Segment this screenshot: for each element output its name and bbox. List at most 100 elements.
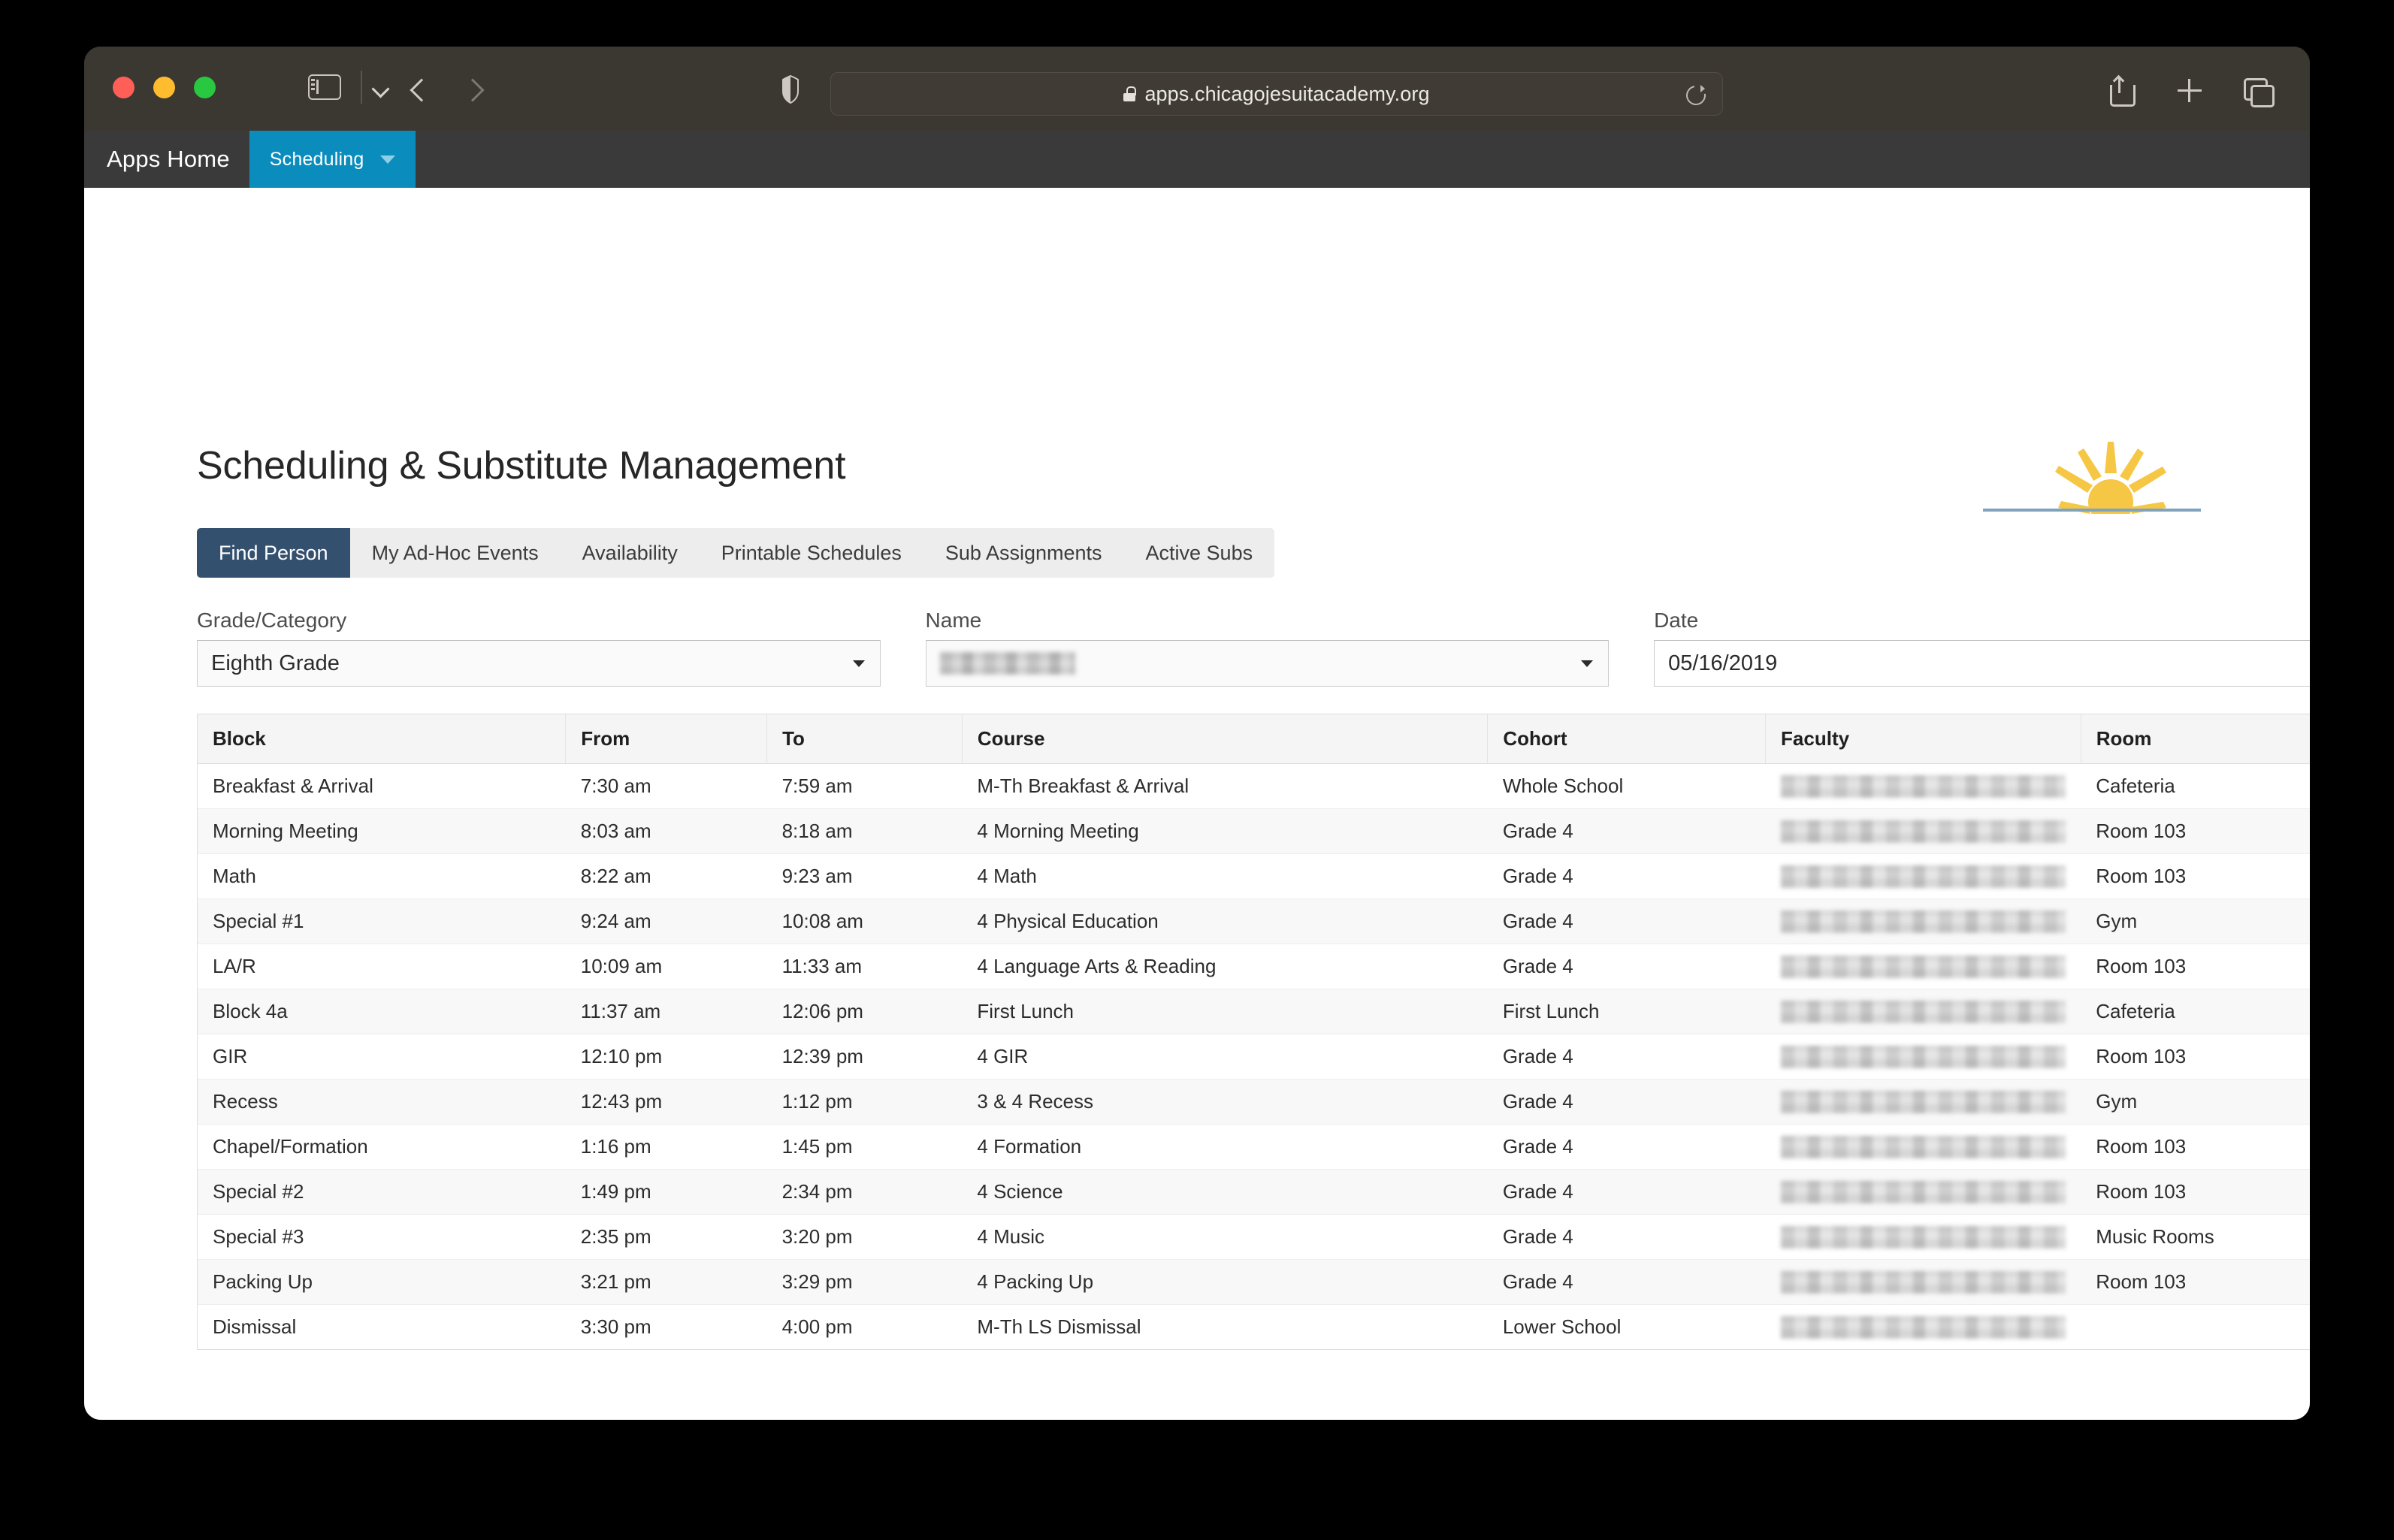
- cell-block: Breakfast & Arrival: [198, 764, 566, 809]
- table-row[interactable]: Dismissal3:30 pm4:00 pmM-Th LS Dismissal…: [198, 1305, 2310, 1350]
- column-header-faculty[interactable]: Faculty: [1766, 714, 2081, 764]
- cell-course: 4 Morning Meeting: [962, 809, 1487, 854]
- cell-room: Cafeteria: [2081, 989, 2310, 1034]
- share-icon[interactable]: [2105, 75, 2136, 107]
- page-content: Scheduling & Substitute Management Find: [84, 188, 2310, 1420]
- chevron-down-icon: [853, 660, 865, 667]
- tab-availability-label: Availability: [582, 542, 678, 565]
- cell-room: Music Rooms: [2081, 1215, 2310, 1260]
- schedule-table-container: Block From To Course Cohort Faculty Room…: [197, 714, 2310, 1350]
- cell-block: Special #2: [198, 1170, 566, 1215]
- cell-faculty: [1766, 1080, 2081, 1125]
- close-window-button[interactable]: [113, 77, 135, 98]
- column-header-to[interactable]: To: [767, 714, 963, 764]
- table-header-row: Block From To Course Cohort Faculty Room: [198, 714, 2310, 764]
- table-row[interactable]: Morning Meeting8:03 am8:18 am4 Morning M…: [198, 809, 2310, 854]
- grade-category-select[interactable]: Eighth Grade: [197, 640, 881, 687]
- cell-faculty: [1766, 1170, 2081, 1215]
- cell-course: 4 Packing Up: [962, 1260, 1487, 1305]
- tab-find-person-label: Find Person: [219, 542, 328, 565]
- cell-room: Room 103: [2081, 1034, 2310, 1080]
- reload-icon[interactable]: [1685, 84, 1706, 105]
- page-title: Scheduling & Substitute Management: [197, 443, 845, 488]
- cell-room: Room 103: [2081, 944, 2310, 989]
- tab-overview-icon[interactable]: [2244, 75, 2274, 107]
- table-row[interactable]: Breakfast & Arrival7:30 am7:59 amM-Th Br…: [198, 764, 2310, 809]
- app-navbar: Apps Home Scheduling: [84, 131, 2310, 188]
- table-row[interactable]: Special #32:35 pm3:20 pm4 MusicGrade 4Mu…: [198, 1215, 2310, 1260]
- tab-find-person[interactable]: Find Person: [197, 528, 350, 578]
- table-row[interactable]: Packing Up3:21 pm3:29 pm4 Packing UpGrad…: [198, 1260, 2310, 1305]
- cell-course: M-Th Breakfast & Arrival: [962, 764, 1487, 809]
- name-select[interactable]: [926, 640, 1610, 687]
- tab-sub-assignments[interactable]: Sub Assignments: [923, 528, 1124, 578]
- cell-block: Recess: [198, 1080, 566, 1125]
- table-row[interactable]: Special #19:24 am10:08 am4 Physical Educ…: [198, 899, 2310, 944]
- cell-from: 2:35 pm: [566, 1215, 767, 1260]
- faculty-value-redacted: [1781, 1001, 2066, 1023]
- tab-availability[interactable]: Availability: [561, 528, 700, 578]
- cell-to: 3:20 pm: [767, 1215, 963, 1260]
- name-label: Name: [926, 608, 1610, 633]
- faculty-value-redacted: [1781, 1316, 2066, 1339]
- tab-active-subs[interactable]: Active Subs: [1124, 528, 1275, 578]
- cell-faculty: [1766, 764, 2081, 809]
- cell-block: Block 4a: [198, 989, 566, 1034]
- faculty-value-redacted: [1781, 1181, 2066, 1203]
- tab-active-subs-label: Active Subs: [1146, 542, 1253, 565]
- maximize-window-button[interactable]: [194, 77, 216, 98]
- column-header-cohort[interactable]: Cohort: [1488, 714, 1766, 764]
- cell-from: 12:43 pm: [566, 1080, 767, 1125]
- cell-to: 8:18 am: [767, 809, 963, 854]
- cell-from: 1:16 pm: [566, 1125, 767, 1170]
- cell-room: Room 103: [2081, 1125, 2310, 1170]
- column-header-room[interactable]: Room: [2081, 714, 2310, 764]
- cell-cohort: Grade 4: [1488, 1215, 1766, 1260]
- column-header-block[interactable]: Block: [198, 714, 566, 764]
- column-header-course[interactable]: Course: [962, 714, 1487, 764]
- column-header-from[interactable]: From: [566, 714, 767, 764]
- cell-faculty: [1766, 899, 2081, 944]
- schedule-table: Block From To Course Cohort Faculty Room…: [198, 714, 2310, 1349]
- table-row[interactable]: LA/R10:09 am11:33 am4 Language Arts & Re…: [198, 944, 2310, 989]
- date-value: 05/16/2019: [1668, 651, 1777, 676]
- cell-from: 3:21 pm: [566, 1260, 767, 1305]
- table-row[interactable]: Block 4a11:37 am12:06 pmFirst LunchFirst…: [198, 989, 2310, 1034]
- faculty-value-redacted: [1781, 1046, 2066, 1068]
- cell-from: 10:09 am: [566, 944, 767, 989]
- cell-to: 12:39 pm: [767, 1034, 963, 1080]
- date-input[interactable]: 05/16/2019: [1654, 640, 2310, 687]
- cell-room: Cafeteria: [2081, 764, 2310, 809]
- grade-category-label: Grade/Category: [197, 608, 881, 633]
- privacy-shield-icon[interactable]: [781, 75, 800, 104]
- cell-faculty: [1766, 809, 2081, 854]
- cell-cohort: Grade 4: [1488, 899, 1766, 944]
- table-row[interactable]: Recess12:43 pm1:12 pm3 & 4 RecessGrade 4…: [198, 1080, 2310, 1125]
- minimize-window-button[interactable]: [153, 77, 175, 98]
- cell-room: Room 103: [2081, 1260, 2310, 1305]
- chevron-down-icon[interactable]: [368, 81, 395, 98]
- new-tab-button[interactable]: [2175, 75, 2205, 107]
- tab-my-ad-hoc-events[interactable]: My Ad-Hoc Events: [350, 528, 561, 578]
- sidebar-toggle-icon[interactable]: [308, 74, 341, 100]
- faculty-value-redacted: [1781, 1091, 2066, 1113]
- cell-course: 4 Physical Education: [962, 899, 1487, 944]
- table-row[interactable]: Special #21:49 pm2:34 pm4 ScienceGrade 4…: [198, 1170, 2310, 1215]
- back-arrow-icon[interactable]: [406, 77, 436, 107]
- nav-item-apps-home[interactable]: Apps Home: [84, 131, 249, 188]
- address-bar[interactable]: apps.chicagojesuitacademy.org: [830, 72, 1723, 116]
- cell-from: 9:24 am: [566, 899, 767, 944]
- table-row[interactable]: GIR12:10 pm12:39 pm4 GIRGrade 4Room 103: [198, 1034, 2310, 1080]
- tab-printable-schedules[interactable]: Printable Schedules: [700, 528, 923, 578]
- table-row[interactable]: Math8:22 am9:23 am4 MathGrade 4Room 103: [198, 854, 2310, 899]
- table-row[interactable]: Chapel/Formation1:16 pm1:45 pm4 Formatio…: [198, 1125, 2310, 1170]
- name-value-redacted: [940, 652, 1075, 675]
- nav-item-scheduling[interactable]: Scheduling: [249, 131, 416, 188]
- cell-cohort: Whole School: [1488, 764, 1766, 809]
- cell-cohort: Grade 4: [1488, 1034, 1766, 1080]
- cell-faculty: [1766, 989, 2081, 1034]
- cell-course: 4 Math: [962, 854, 1487, 899]
- cell-cohort: Grade 4: [1488, 854, 1766, 899]
- rising-sun-logo: [1983, 430, 2201, 514]
- cell-course: First Lunch: [962, 989, 1487, 1034]
